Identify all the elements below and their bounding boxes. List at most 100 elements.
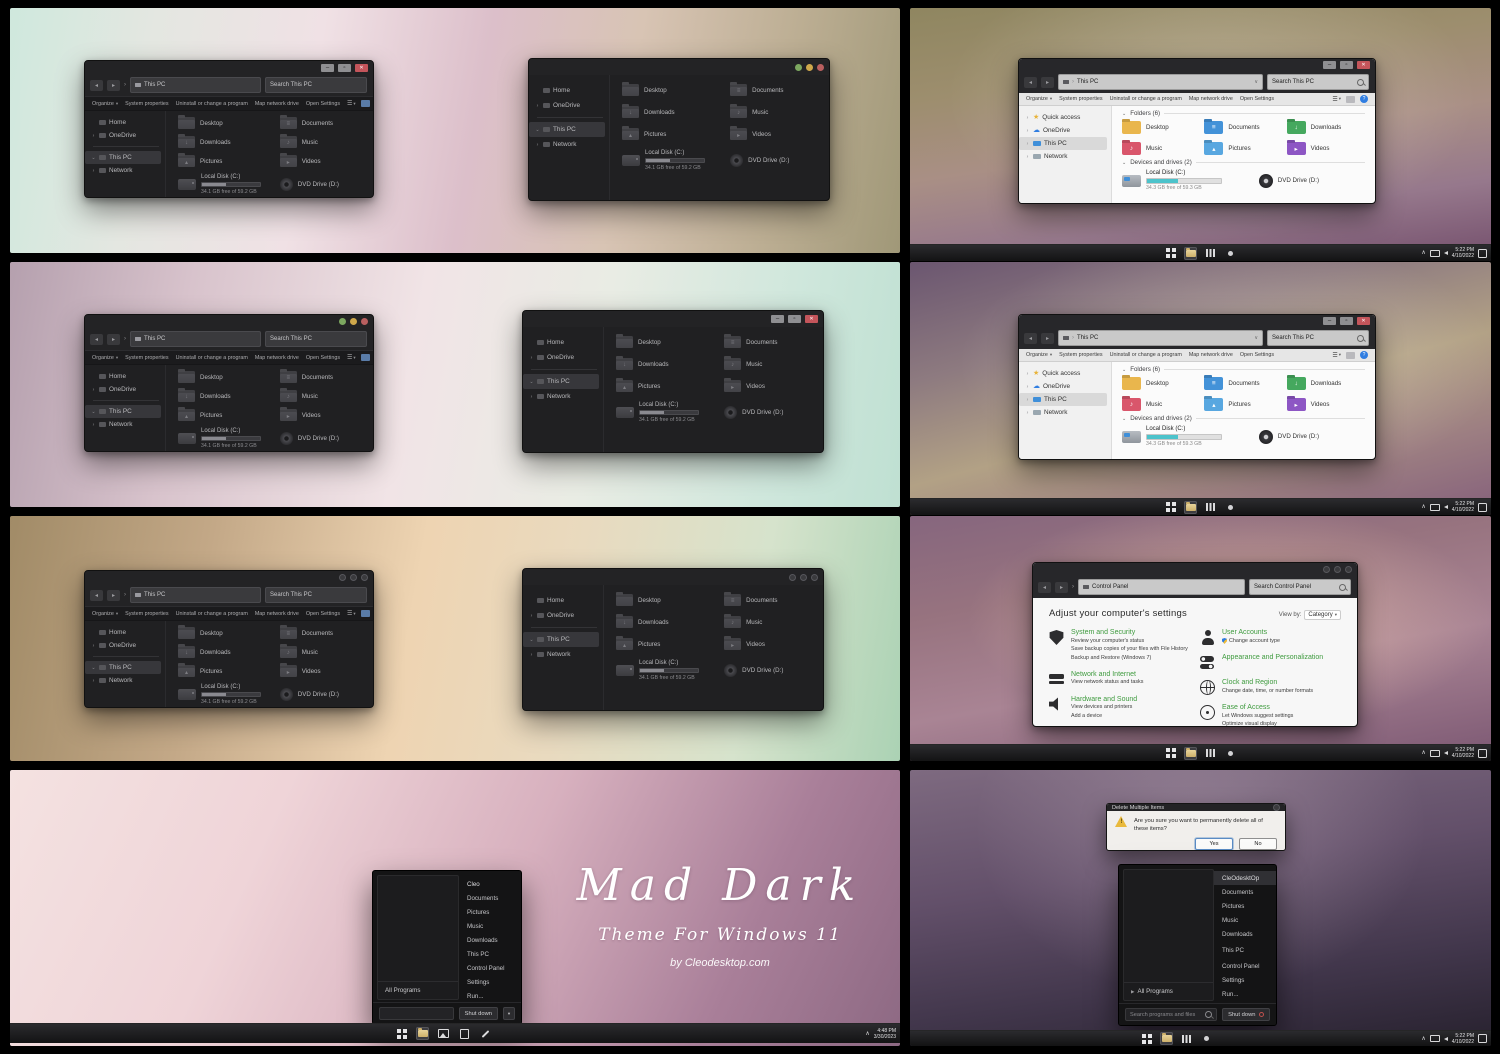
chevron-down-icon[interactable]: ∨ [1254,79,1258,85]
dialog-titlebar[interactable]: Delete Multiple Items [1107,804,1285,811]
folder-item-desktop[interactable]: Desktop [178,117,274,129]
folder-item-music[interactable]: ♪Music [1122,398,1200,411]
folder-item-pictures[interactable]: ▴Pictures [178,155,274,167]
sidebar-item-this-pc[interactable]: ⌄This PC [523,374,599,389]
preview-pane-icon[interactable] [1346,352,1355,359]
folder-item-music[interactable]: ♪Music [1122,142,1200,155]
minimize-button[interactable] [795,64,802,71]
drive-item-local-disk[interactable]: Local Disk (C:)34.3 GB free of 59.3 GB [1122,170,1255,191]
folder-item-downloads[interactable]: ↓Downloads [616,358,718,370]
task-view-taskbar-icon[interactable] [1204,247,1217,260]
folder-item-videos[interactable]: ▸Videos [280,409,363,421]
start-menu-item-settings[interactable]: Settings [459,975,521,989]
folder-item-music[interactable]: ♪Music [280,136,363,148]
back-button[interactable]: ◂ [1038,582,1051,593]
view-options-icon[interactable]: ☰▾ [347,100,356,107]
app-taskbar-icon[interactable] [1224,501,1237,514]
folder-item-documents[interactable]: ≡Documents [1204,377,1282,390]
sidebar-item-network[interactable]: ›Network [529,137,609,152]
back-button[interactable]: ◂ [90,590,103,601]
sidebar-item-network[interactable]: ›Network [523,389,603,404]
folder-item-documents[interactable]: ≡Documents [280,371,363,383]
back-button[interactable]: ◂ [90,334,103,345]
maximize-button[interactable] [350,574,357,581]
folder-item-documents[interactable]: ≡Documents [730,84,819,96]
folder-item-downloads[interactable]: ↓Downloads [1287,121,1365,134]
network-tray-icon[interactable] [1430,1035,1440,1042]
help-icon[interactable]: ? [1360,95,1368,103]
toolbar-map-network-drive[interactable]: Map network drive [1189,96,1233,102]
start-menu-item-control-panel[interactable]: Control Panel [1214,959,1276,973]
close-button[interactable] [1345,566,1352,573]
drive-item-dvd[interactable]: DVD Drive (D:) [1259,170,1365,191]
tray-chevron-icon[interactable]: ∧ [865,1031,869,1037]
group-header-devices[interactable]: ⌄Devices and drives (2) [1122,415,1365,422]
shutdown-button[interactable]: Shut down [459,1007,498,1020]
drive-item-dvd[interactable]: DVD Drive (D:) [730,150,819,171]
minimize-button[interactable] [1323,566,1330,573]
preview-pane-icon[interactable] [361,354,370,361]
sidebar-item-home[interactable]: Home [523,593,603,608]
folder-item-music[interactable]: ♪Music [280,646,363,658]
forward-button[interactable]: ▸ [107,80,120,91]
view-options-icon[interactable]: ☰▾ [347,610,356,617]
taskbar-clock[interactable]: 5:22 PM4/10/2022 [1452,747,1474,759]
taskbar-clock[interactable]: 5:22 PM4/10/2022 [1452,1033,1474,1045]
start-menu-item-this-pc[interactable]: This PC [1214,943,1276,957]
app-taskbar-icon[interactable] [1224,247,1237,260]
sidebar-item-this-pc[interactable]: ⌄This PC [85,661,161,674]
titlebar[interactable] [85,61,373,74]
address-bar[interactable]: This PC [130,77,261,93]
close-button[interactable] [817,64,824,71]
maximize-button[interactable] [788,315,801,323]
folder-item-videos[interactable]: ▸Videos [724,380,813,392]
folder-item-documents[interactable]: ≡Documents [1204,121,1282,134]
group-header-folders[interactable]: ⌄Folders (6) [1122,366,1365,373]
preview-pane-icon[interactable] [361,610,370,617]
folder-item-pictures[interactable]: ▴Pictures [1204,398,1282,411]
category-link[interactable]: User Accounts [1222,629,1280,636]
notification-center-icon[interactable] [1478,1034,1487,1043]
tray-chevron-icon[interactable]: ∧ [1421,750,1425,756]
start-menu-item-pictures[interactable]: Pictures [459,905,521,919]
drive-item-dvd[interactable]: DVD Drive (D:) [280,174,363,195]
drive-item-dvd[interactable]: DVD Drive (D:) [724,660,813,681]
toolbar-map-network-drive[interactable]: Map network drive [255,611,299,617]
sidebar-item-this-pc[interactable]: ›This PC [1019,393,1107,406]
toolbar-organize[interactable]: Organize▾ [92,355,118,361]
start-menu-item-run[interactable]: Run... [459,989,521,1003]
address-bar[interactable]: Control Panel [1078,579,1245,595]
maximize-button[interactable] [800,574,807,581]
forward-button[interactable]: ▸ [1041,77,1054,88]
folder-item-music[interactable]: ♪Music [280,390,363,402]
task-view-taskbar-icon[interactable] [1204,747,1217,760]
file-explorer-taskbar-icon[interactable] [1160,1032,1173,1045]
toolbar-open-settings[interactable]: Open Settings [306,611,340,617]
search-box[interactable]: Search This PC [1267,330,1369,346]
group-header-devices[interactable]: ⌄Devices and drives (2) [1122,159,1365,166]
folder-item-downloads[interactable]: ↓Downloads [178,646,274,658]
close-button[interactable] [1357,61,1370,69]
sidebar-item-onedrive[interactable]: ›OneDrive [523,608,603,623]
folder-item-videos[interactable]: ▸Videos [280,155,363,167]
sidebar-item-network[interactable]: ›Network [85,418,165,431]
start-menu-item-settings[interactable]: Settings [1214,973,1276,987]
maximize-button[interactable] [338,64,351,72]
sidebar-item-onedrive[interactable]: ›☁OneDrive [1019,124,1111,137]
volume-tray-icon[interactable] [1444,1037,1448,1041]
category-link[interactable]: Hardware and Sound [1071,696,1137,703]
maximize-button[interactable] [1340,61,1353,69]
sidebar-item-network[interactable]: ›Network [1019,406,1111,419]
view-options-icon[interactable]: ☰▾ [1332,96,1341,103]
network-tray-icon[interactable] [1430,504,1440,511]
close-button[interactable] [361,574,368,581]
close-button[interactable] [355,64,368,72]
sidebar-item-this-pc[interactable]: ⌄This PC [85,405,161,418]
back-button[interactable]: ◂ [90,80,103,91]
tray-chevron-icon[interactable]: ∧ [1421,1036,1425,1042]
toolbar-open-settings[interactable]: Open Settings [1240,352,1274,358]
notification-center-icon[interactable] [1478,749,1487,758]
titlebar[interactable] [523,311,823,327]
minimize-button[interactable] [339,318,346,325]
drive-item-local-disk[interactable]: Local Disk (C:)34.1 GB free of 59.2 GB [622,150,724,171]
